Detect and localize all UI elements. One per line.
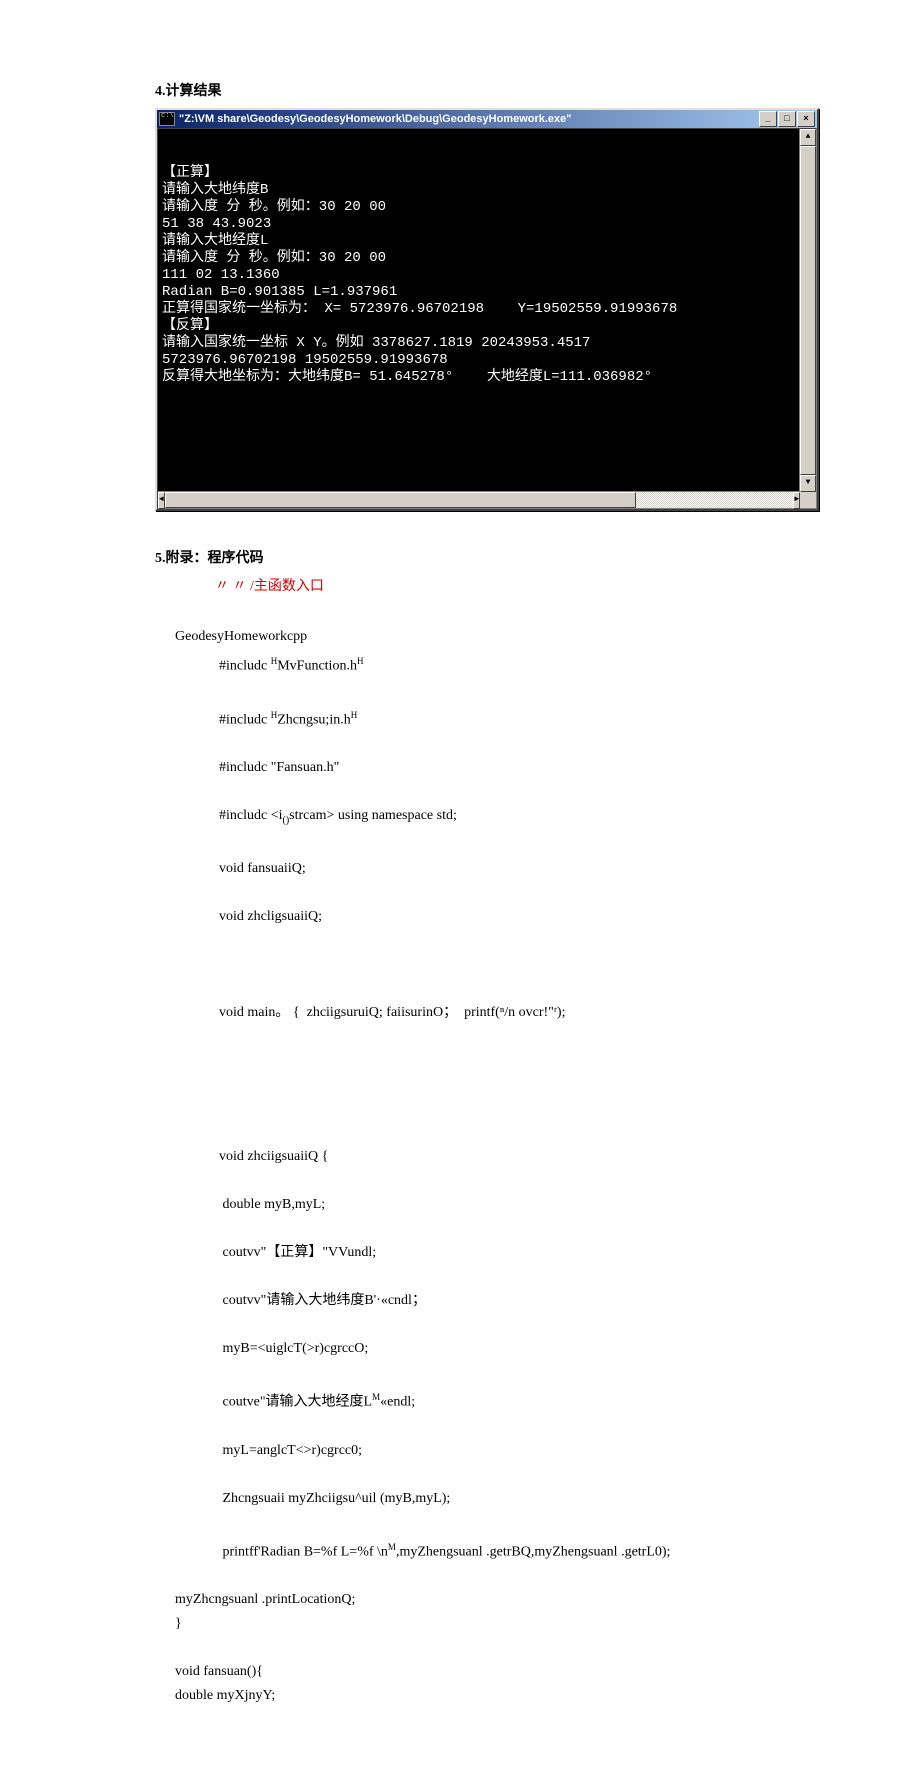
code-line: #includc HMvFunction.hH: [175, 649, 765, 679]
code-line: void fansuaiiQ;: [175, 857, 765, 881]
code-filename: GeodesyHomeworkcpp: [175, 629, 307, 644]
console-line: 请输入大地经度L: [162, 233, 268, 249]
scrollbar-horizontal[interactable]: ◄ ►: [158, 491, 800, 508]
scroll-track-h[interactable]: [165, 492, 793, 508]
code-line: coutve"请输入大地经度LM«endl;: [175, 1385, 765, 1415]
close-button[interactable]: ×: [797, 111, 815, 127]
console-line: 请输入大地纬度B: [162, 182, 268, 198]
section5-heading: 5.附录：程序代码: [155, 547, 765, 567]
section4-heading: 4.计算结果: [155, 80, 765, 100]
minimize-button[interactable]: _: [759, 111, 777, 127]
cmd-icon: [159, 112, 175, 126]
scroll-up-icon[interactable]: ▲: [800, 129, 816, 146]
console-window: "Z:\VM share\Geodesy\GeodesyHomework\Deb…: [155, 108, 819, 511]
scroll-left-icon[interactable]: ◄: [158, 492, 165, 509]
code-line: #includc "Fansuan.h": [175, 756, 765, 780]
code-line: myL=anglcT<>r)cgrcc0;: [175, 1439, 765, 1463]
scroll-thumb-h[interactable]: [165, 492, 636, 508]
code-line: void fansuan(){: [175, 1664, 263, 1679]
code-line: printff'Radian B=%f L=%f \nM,myZhengsuan…: [175, 1535, 765, 1565]
code-line: myZhcngsuanl .printLocationQ;: [175, 1592, 355, 1607]
scroll-down-icon[interactable]: ▼: [800, 475, 816, 492]
maximize-button[interactable]: □: [778, 111, 796, 127]
code-line: Zhcngsuaii myZhciigsu^uil (myB,myL);: [175, 1487, 765, 1511]
console-line: 111 02 13.1360: [162, 267, 280, 283]
scroll-track-v[interactable]: [800, 146, 816, 475]
window-title: "Z:\VM share\Geodesy\GeodesyHomework\Deb…: [179, 113, 572, 125]
code-line: #includc <i()strcam> using namespace std…: [175, 804, 765, 833]
code-line: double myXjnyY;: [175, 1688, 275, 1703]
console-line: 请输入国家统一坐标 X Y。例如 3378627.1819 20243953.4…: [162, 335, 590, 351]
code-line: void zhciigsuaiiQ {: [175, 1145, 765, 1169]
code-line: double myB,myL;: [175, 1193, 765, 1217]
console-line: 5723976.96702198 19502559.91993678: [162, 352, 448, 368]
code-line: void zhcligsuaiiQ;: [175, 905, 765, 929]
code-line: coutvv"请输入大地纬度B'·«cndl；: [175, 1289, 765, 1313]
code-line: coutvv"【正算】"VVundl;: [175, 1241, 765, 1265]
scroll-thumb-v[interactable]: [800, 146, 816, 475]
code-line: #includc HZhcngsu;in.hH: [175, 703, 765, 733]
titlebar-buttons: _ □ ×: [759, 111, 815, 127]
console-line: 【反算】: [162, 318, 218, 334]
console-line: 【正算】: [162, 165, 218, 181]
resize-grip[interactable]: [800, 492, 816, 508]
console-body: 【正算】 请输入大地纬度B 请输入度 分 秒。例如：30 20 00 51 38…: [157, 128, 817, 509]
code-comment: 〃 〃 /主函数入口: [215, 575, 765, 595]
console-line: 请输入度 分 秒。例如：30 20 00: [162, 250, 386, 266]
console-line: Radian B=0.901385 L=1.937961: [162, 284, 397, 300]
code-line: }: [175, 1616, 182, 1631]
scroll-right-icon[interactable]: ►: [793, 492, 800, 509]
scrollbar-vertical[interactable]: ▲ ▼: [799, 129, 816, 492]
console-line: 反算得大地坐标为：大地纬度B= 51.645278° 大地经度L=111.036…: [162, 369, 652, 385]
console-line: 请输入度 分 秒。例如：30 20 00: [162, 199, 386, 215]
console-output: 【正算】 请输入大地纬度B 请输入度 分 秒。例如：30 20 00 51 38…: [162, 165, 812, 404]
console-line: 正算得国家统一坐标为： X= 5723976.96702198 Y=195025…: [162, 301, 677, 317]
titlebar: "Z:\VM share\Geodesy\GeodesyHomework\Deb…: [157, 110, 817, 128]
code-line: void main。 { zhciigsuruiQ; faiisurinO； p…: [175, 1001, 765, 1025]
section5: 5.附录：程序代码 〃 〃 /主函数入口 GeodesyHomeworkcpp …: [155, 547, 765, 1732]
console-line: 51 38 43.9023: [162, 216, 271, 232]
titlebar-left: "Z:\VM share\Geodesy\GeodesyHomework\Deb…: [159, 112, 572, 126]
code-line: myB=<uiglcT(>r)cgrccO;: [175, 1337, 765, 1361]
code-block: GeodesyHomeworkcpp #includc HMvFunction.…: [175, 601, 765, 1732]
page: 4.计算结果 "Z:\VM share\Geodesy\GeodesyHomew…: [0, 0, 920, 1772]
